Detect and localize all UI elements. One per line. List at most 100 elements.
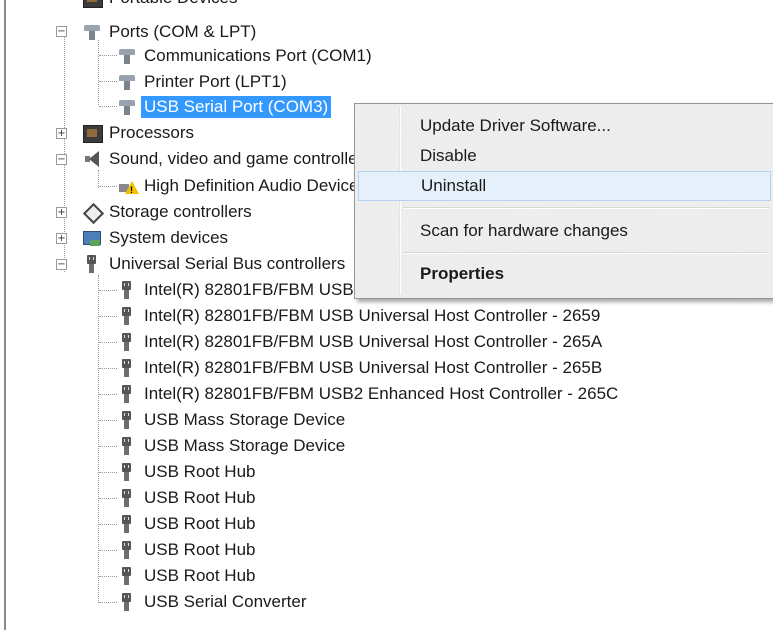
tree-label: Intel(R) 82801FB/FBM USB Universal Host … xyxy=(144,306,601,325)
expand-icon[interactable]: + xyxy=(56,207,67,218)
tree-row-usb-device[interactable]: USB Root Hub xyxy=(117,485,259,511)
tree-row-usb-device[interactable]: USB Mass Storage Device xyxy=(117,407,348,433)
tree-label: Sound, video and game controllers xyxy=(109,149,372,168)
tree-label: System devices xyxy=(109,228,229,247)
tree-label: Ports (COM & LPT) xyxy=(109,22,257,41)
tree-row-processors[interactable]: Processors xyxy=(82,120,197,146)
tree-line xyxy=(99,576,117,577)
menu-item-scan-hardware[interactable]: Scan for hardware changes xyxy=(358,216,771,246)
usb-icon xyxy=(117,540,137,560)
menu-separator xyxy=(403,252,769,254)
port-icon xyxy=(117,46,137,66)
expand-icon[interactable]: + xyxy=(56,233,67,244)
menu-item-uninstall[interactable]: Uninstall xyxy=(358,171,771,201)
tree-line xyxy=(99,290,117,291)
tree-label: High Definition Audio Device xyxy=(144,176,359,195)
tree-row-usb-device[interactable]: Intel(R) 82801FB/FBM USB Universal Host … xyxy=(117,355,605,381)
tree-row-hd-audio[interactable]: High Definition Audio Device xyxy=(117,173,362,199)
tree-line xyxy=(99,446,117,447)
usb-icon xyxy=(117,384,137,404)
tree-line xyxy=(99,55,117,56)
tree-line xyxy=(99,550,117,551)
usb-icon xyxy=(117,566,137,586)
tree-row-lpt1[interactable]: Printer Port (LPT1) xyxy=(117,69,290,95)
tree-row-usb-device[interactable]: USB Root Hub xyxy=(117,511,259,537)
tree-label: USB Mass Storage Device xyxy=(144,436,346,455)
tree-label: USB Root Hub xyxy=(144,488,256,507)
tree-row-usb-device[interactable]: Intel(R) 82801FB/FBM USB Universal Host … xyxy=(117,329,605,355)
usb-icon xyxy=(117,332,137,352)
menu-item-update-driver[interactable]: Update Driver Software... xyxy=(358,111,771,141)
tree-row-usb-device[interactable]: USB Serial Converter xyxy=(117,589,310,615)
device-icon xyxy=(82,0,103,8)
speaker-icon xyxy=(82,149,102,169)
usb-icon xyxy=(117,410,137,430)
tree-label: Communications Port (COM1) xyxy=(144,46,372,65)
tree-line xyxy=(99,420,117,421)
device-tree: Portable Devices − Ports (COM & LPT) Com… xyxy=(0,0,773,630)
tree-label: Printer Port (LPT1) xyxy=(144,72,287,91)
menu-item-label: Uninstall xyxy=(421,176,487,195)
tree-line xyxy=(99,602,117,603)
collapse-icon[interactable]: − xyxy=(56,26,67,37)
tree-line xyxy=(99,106,117,107)
tree-row-com1[interactable]: Communications Port (COM1) xyxy=(117,43,375,69)
usb-icon xyxy=(82,254,102,274)
tree-label: USB Root Hub xyxy=(144,540,256,559)
port-icon xyxy=(117,97,137,117)
tree-row-usb-controllers[interactable]: Universal Serial Bus controllers xyxy=(82,251,348,277)
menu-item-disable[interactable]: Disable xyxy=(358,141,771,171)
usb-icon xyxy=(117,592,137,612)
tree-label: USB Root Hub xyxy=(144,514,256,533)
tree-row-storage[interactable]: Storage controllers xyxy=(82,199,255,225)
menu-item-label: Properties xyxy=(420,264,505,283)
tree-row-usb-device[interactable]: USB Root Hub xyxy=(117,537,259,563)
collapse-icon[interactable]: − xyxy=(56,154,67,165)
storage-controller-icon xyxy=(82,202,102,222)
tree-line xyxy=(99,342,117,343)
tree-row-usb-device[interactable]: Intel(R) 82801FB/FBM USB2 Enhanced Host … xyxy=(117,381,621,407)
usb-icon xyxy=(117,436,137,456)
tree-row-portable-devices[interactable]: Portable Devices xyxy=(56,0,241,11)
tree-row-system[interactable]: System devices xyxy=(82,225,231,251)
tree-label: USB Serial Port (COM3) xyxy=(141,96,332,118)
menu-item-properties[interactable]: Properties xyxy=(358,259,771,289)
tree-row-usb-device[interactable]: Intel(R) 82801FB/FBM USB Universal Host … xyxy=(117,303,603,329)
tree-row-sound[interactable]: Sound, video and game controllers xyxy=(82,146,375,172)
tree-label: USB Mass Storage Device xyxy=(144,410,346,429)
tree-line xyxy=(99,186,117,187)
tree-row-usb-device[interactable]: USB Mass Storage Device xyxy=(117,433,348,459)
tree-line xyxy=(99,394,117,395)
expand-icon[interactable]: + xyxy=(56,128,67,139)
usb-icon xyxy=(117,514,137,534)
tree-label: Intel(R) 82801FB/FBM USB2 Enhanced Host … xyxy=(144,384,619,403)
tree-label: Universal Serial Bus controllers xyxy=(109,254,346,273)
tree-line xyxy=(99,368,117,369)
tree-line xyxy=(99,81,117,82)
tree-line xyxy=(99,472,117,473)
usb-icon xyxy=(117,280,137,300)
tree-line xyxy=(99,498,117,499)
tree-row-usb-device[interactable]: USB Root Hub xyxy=(117,459,259,485)
tree-row-usb-device[interactable]: USB Root Hub xyxy=(117,563,259,589)
port-icon xyxy=(117,72,137,92)
context-menu: Update Driver Software... Disable Uninst… xyxy=(354,103,773,299)
tree-row-usb-serial-port[interactable]: USB Serial Port (COM3) xyxy=(117,94,332,120)
menu-item-label: Disable xyxy=(420,146,477,165)
usb-icon xyxy=(117,488,137,508)
usb-icon xyxy=(117,358,137,378)
menu-item-label: Scan for hardware changes xyxy=(420,221,628,240)
processor-icon xyxy=(82,123,103,143)
system-devices-icon xyxy=(82,228,102,248)
usb-icon xyxy=(117,306,137,326)
menu-separator xyxy=(403,207,769,209)
port-icon xyxy=(82,22,102,42)
usb-icon xyxy=(117,462,137,482)
tree-label: Intel(R) 82801FB/FBM USB Universal Host … xyxy=(144,358,603,377)
collapse-icon[interactable]: − xyxy=(56,259,67,270)
tree-label: USB Serial Converter xyxy=(144,592,307,611)
tree-label: USB Root Hub xyxy=(144,566,256,585)
tree-line xyxy=(99,316,117,317)
tree-label: Storage controllers xyxy=(109,202,252,221)
tree-row-ports[interactable]: Ports (COM & LPT) xyxy=(82,19,259,45)
